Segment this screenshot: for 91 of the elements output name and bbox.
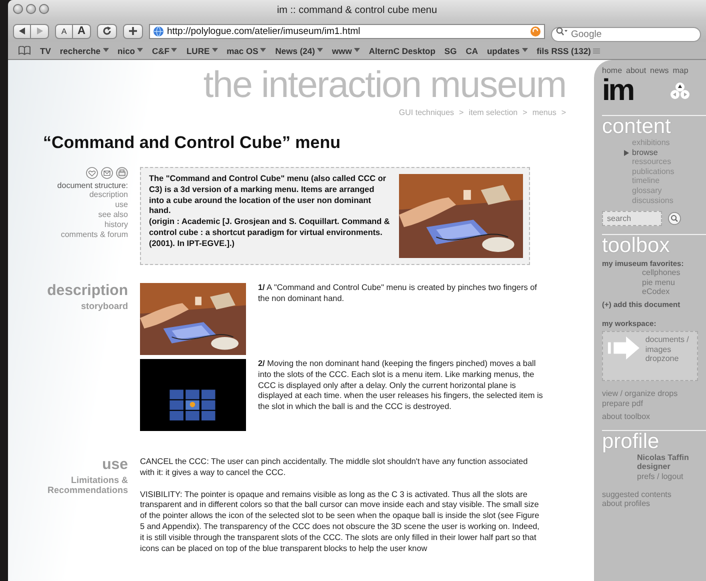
breadcrumb-link[interactable]: menus xyxy=(532,108,556,117)
page-title: “Command and Control Cube” menu xyxy=(43,133,342,153)
bookmark-item[interactable]: AlternC Desktop xyxy=(368,46,436,56)
profile-link[interactable]: suggested contents xyxy=(602,490,698,500)
favorite-link[interactable]: pie menu xyxy=(642,278,698,288)
search-field[interactable]: Google xyxy=(551,26,701,42)
body-paragraph: CANCEL the CCC: The user can pinch accidentally. The middle slot shouldn't have any function associated with it: it gives a way to cancel the CCC. xyxy=(140,457,529,479)
breadcrumb-separator: > xyxy=(522,108,528,117)
search-field[interactable]: search xyxy=(602,211,662,226)
reload-icon xyxy=(102,26,112,36)
text-smaller-button[interactable]: A xyxy=(55,24,73,38)
toolbox-link[interactable]: view / organize drops xyxy=(602,388,698,399)
step-description: 2/ Moving the non dominant hand (keeping the fingers pinched) moves a ball into the slots of the CCC. Each slot is a menu item. Like marking menus, the CCC is displayed only after a delay. Only the current horizontal plane is displayed at each time. when the user releases his fingers, the selected item is the slot in which the ball is and the CCC is destroyed. xyxy=(258,359,544,414)
bookmark-item[interactable]: fils RSS (132) xyxy=(536,46,600,56)
breadcrumb-separator: > xyxy=(459,108,464,117)
printer-icon[interactable] xyxy=(116,167,128,179)
caret-icon xyxy=(212,48,218,53)
site-title: the interaction museum xyxy=(202,66,567,104)
document-structure-link[interactable]: description xyxy=(89,190,128,200)
nav-link[interactable]: news xyxy=(650,66,669,75)
bookmark-item[interactable]: www xyxy=(332,46,360,56)
document-structure-label: document structure: xyxy=(57,181,128,190)
arrow-icon xyxy=(607,334,642,361)
section-heading: content xyxy=(602,116,672,138)
book-icon[interactable] xyxy=(18,46,31,55)
profile-link[interactable]: about profiles xyxy=(602,499,698,509)
bookmark-item[interactable]: LURE xyxy=(186,46,218,56)
forward-arrow-icon xyxy=(36,27,44,35)
caret-icon xyxy=(522,48,528,53)
rss-icon xyxy=(530,26,541,36)
caret-icon xyxy=(102,48,109,53)
text-bigger-button[interactable]: A xyxy=(73,24,91,38)
bookmark-item[interactable]: SG xyxy=(444,46,457,56)
section-heading: toolbox xyxy=(602,235,671,258)
envelope-icon[interactable] xyxy=(101,167,113,179)
globe-icon xyxy=(153,26,164,36)
logo[interactable]: im xyxy=(602,75,634,107)
document-structure-link[interactable]: use xyxy=(115,200,128,210)
bookmark-item[interactable]: C&F xyxy=(152,46,178,56)
add-bookmark-button[interactable] xyxy=(123,24,143,38)
back-button[interactable] xyxy=(13,24,31,38)
step-description: 1/ A "Command and Control Cube" menu is created by pinches two fingers of the non dominant hand. xyxy=(258,283,538,305)
section-subheading: storyboard xyxy=(80,301,128,311)
window-title: im :: command & control cube menu xyxy=(276,4,438,16)
caret-icon xyxy=(171,48,178,53)
section-heading: profile xyxy=(602,430,660,453)
search-icon xyxy=(556,26,568,36)
bookmark-item[interactable]: recherche xyxy=(60,46,109,56)
back-arrow-icon xyxy=(18,27,26,35)
tabs-icon xyxy=(592,48,600,54)
caret-icon xyxy=(316,48,323,53)
document-structure-link[interactable]: comments & forum xyxy=(60,230,128,240)
user-name: Nicolas Taffin xyxy=(637,452,690,462)
bookmark-item[interactable]: mac OS xyxy=(226,46,266,56)
nav-link[interactable]: about xyxy=(626,66,646,75)
content-menu-item[interactable]: browse xyxy=(632,148,698,158)
nav-link[interactable]: home xyxy=(602,66,622,75)
dropzone[interactable]: documents / images dropzone xyxy=(602,330,698,381)
dropzone-label: documents / images dropzone xyxy=(645,334,690,366)
account-link[interactable]: prefs / logout xyxy=(637,472,698,482)
nav-link[interactable]: map xyxy=(672,66,688,75)
bookmark-item[interactable]: updates xyxy=(486,46,528,56)
bookmark-item[interactable]: TV xyxy=(40,46,51,56)
document-structure-link[interactable]: history xyxy=(104,220,128,230)
about-toolbox-link[interactable]: about toolbox xyxy=(602,412,698,422)
intro-paragraph: The "Command and Control Cube" menu (also called CCC or C3) is a 3d version of a marking menu. Items are arranged into a cube around the location of the user non dominant hand. xyxy=(149,174,388,218)
favorite-link[interactable]: eCodex xyxy=(642,287,698,297)
search-icon[interactable] xyxy=(668,212,681,226)
bookmark-item[interactable]: News (24) xyxy=(275,46,323,56)
pointer-icon xyxy=(624,150,629,156)
favorite-link[interactable]: cellphones xyxy=(642,268,698,278)
reload-button[interactable] xyxy=(97,24,117,38)
breadcrumb-separator: > xyxy=(561,108,566,117)
address-field[interactable]: http://polylogue.com/atelier/imuseum/im1.html xyxy=(149,24,545,38)
three-circles-icon xyxy=(670,82,690,100)
plus-icon xyxy=(128,26,138,36)
caret-icon xyxy=(137,48,143,53)
breadcrumb-link[interactable]: item selection xyxy=(468,108,518,117)
section-subheading: Limitations & Recommendations xyxy=(46,475,128,495)
bookmark-item[interactable]: CA xyxy=(466,46,478,56)
caret-icon xyxy=(260,48,266,53)
user-role: designer xyxy=(637,462,672,472)
caret-icon xyxy=(354,48,360,53)
section-heading: use xyxy=(102,457,128,473)
document-structure-link[interactable]: see also xyxy=(98,210,128,220)
section-heading: description xyxy=(47,283,128,299)
breadcrumb-link[interactable]: GUI techniques xyxy=(398,108,454,117)
bookmark-item[interactable]: nico xyxy=(118,46,143,56)
toolbox-link[interactable]: prepare pdf xyxy=(602,398,698,408)
intro-paragraph: (origin : Academic [J. Grosjean and S. Coquillart. Command & control cube : a shortcut paradigm for virtual environments. (2001). In IPT-EGVE.].) xyxy=(149,217,391,250)
body-paragraph: VISIBILITY: The pointer is opaque and remains visible as long as the C 3 is activated. Thus all the slots are transparent and in different colors so that the ball cursor can move inside each and stay visible. The small size of the pointer allows the icon of the selected slot to be seen when the opaque ball is inside the slot (see Figure 5 and Appendix). The transparency of the CCC does not obscure the 3D scene the user is working on. Indeed, it is still visible through the transparent slots of the CCC. The slots are only filled in their lower half part so that icons can be placed on top of the blue transparent blocks to help the user know xyxy=(140,490,540,554)
